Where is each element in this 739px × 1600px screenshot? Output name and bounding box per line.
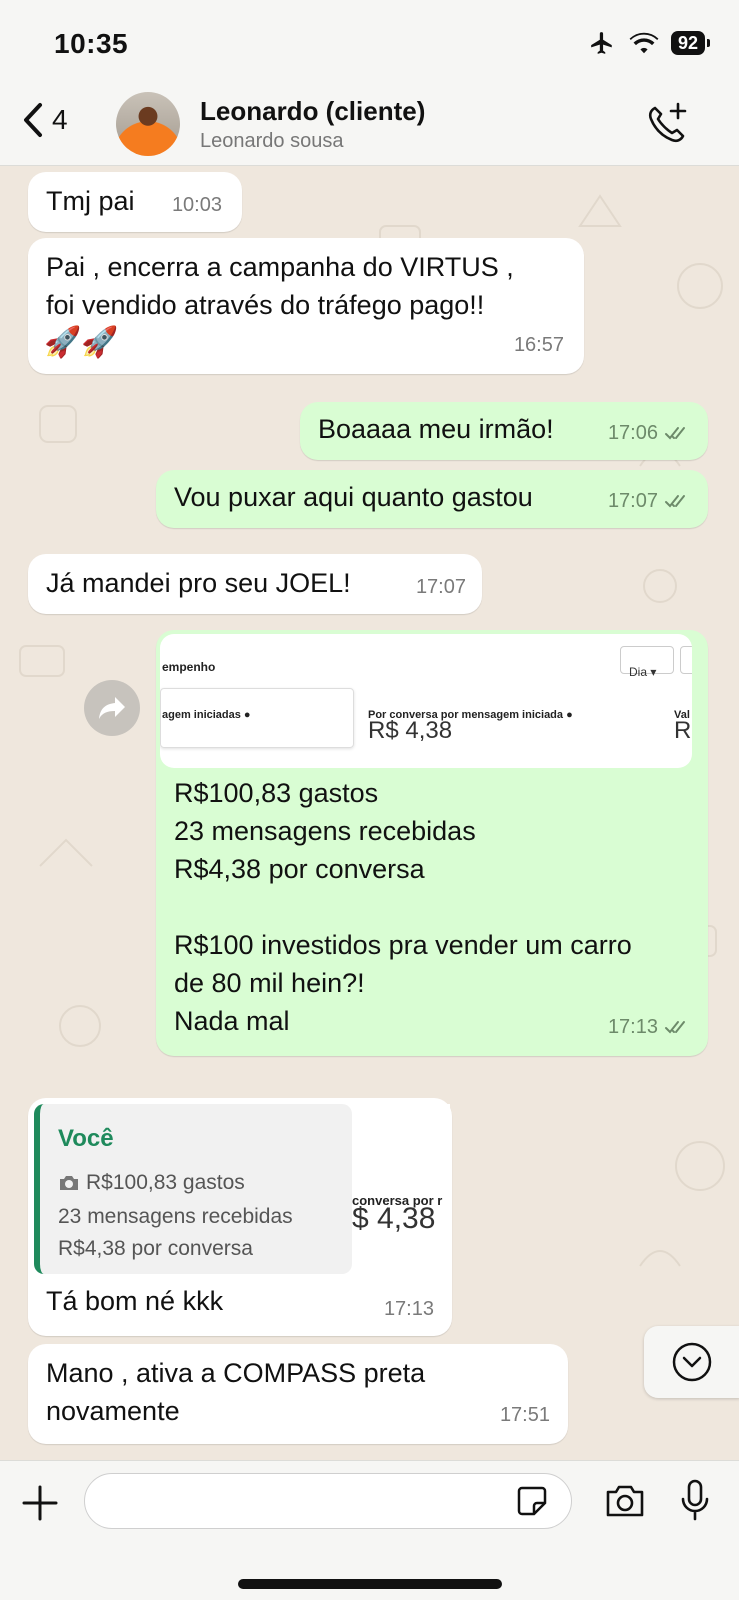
- airplane-mode-icon: [591, 32, 612, 54]
- message-meta: 17:06: [608, 414, 692, 452]
- message-incoming[interactable]: Tmj pai 10:03: [28, 172, 242, 232]
- sticker-icon: [517, 1486, 547, 1516]
- message-meta: 17:13: [608, 1008, 692, 1046]
- message-text: Tmj pai: [46, 186, 135, 216]
- message-time: 10:03: [171, 194, 222, 216]
- message-time: 17:07: [607, 490, 658, 512]
- message-time: 16:57: [513, 334, 564, 356]
- message-outgoing-image[interactable]: empenho Dia ▾ agem iniciadas ● Por conve…: [156, 630, 708, 1056]
- double-check-icon: [665, 1021, 685, 1034]
- status-bar: 10:35 92: [0, 0, 739, 90]
- double-check-icon: [665, 495, 685, 508]
- chat-area[interactable]: Tmj pai 10:03 Pai , encerra a campanha d…: [0, 166, 739, 1460]
- forward-button[interactable]: [84, 680, 140, 736]
- message-incoming[interactable]: Já mandei pro seu JOEL! 17:07: [28, 554, 482, 614]
- message-outgoing[interactable]: Boaaaa meu irmão! 17:06: [300, 402, 708, 460]
- chevron-left-icon: [24, 103, 42, 137]
- double-check-icon: [665, 427, 685, 440]
- image-dropdown: Dia ▾: [620, 646, 674, 679]
- screenshot-image[interactable]: empenho Dia ▾ agem iniciadas ● Por conve…: [160, 634, 692, 768]
- message-time: 17:07: [415, 576, 466, 598]
- message-line: R$4,38 por conversa: [174, 854, 425, 884]
- message-time: 17:06: [607, 422, 658, 444]
- message-incoming[interactable]: Pai , encerra a campanha do VIRTUS , foi…: [28, 238, 584, 374]
- microphone-icon: [681, 1479, 709, 1521]
- status-icons: 92: [587, 30, 711, 56]
- message-line: novamente: [46, 1396, 180, 1426]
- message-line: R$100 investidos pra vender um carro: [174, 930, 632, 960]
- message-time: 17:13: [607, 1016, 658, 1038]
- attach-button[interactable]: [22, 1485, 58, 1526]
- quoted-line: R$4,38 por conversa: [58, 1237, 253, 1260]
- unread-count: 4: [52, 104, 68, 135]
- message-body: R$100,83 gastos 23 mensagens recebidas R…: [174, 774, 694, 1040]
- sticker-button[interactable]: [516, 1485, 548, 1522]
- chat-header: 4 Leonardo (cliente) Leonardo sousa: [0, 90, 739, 166]
- message-input[interactable]: [84, 1473, 572, 1529]
- camera-button[interactable]: [604, 1483, 646, 1524]
- status-time: 10:35: [54, 28, 129, 59]
- camera-icon: [60, 1176, 78, 1190]
- image-value: R: [674, 717, 692, 744]
- message-meta: 17:07: [608, 482, 692, 520]
- phone-plus-icon: [648, 102, 687, 143]
- thumbnail-value: $ 4,38: [352, 1202, 436, 1235]
- chevron-down-circle-icon: [672, 1342, 712, 1382]
- message-incoming-reply[interactable]: Você R$100,83 gastos 23 mensagens recebi…: [28, 1098, 452, 1336]
- scroll-to-bottom-button[interactable]: [644, 1326, 739, 1398]
- message-line: de 80 mil hein?!: [174, 968, 365, 998]
- rocket-emoji: 🚀🚀: [44, 326, 119, 359]
- message-text: Já mandei pro seu JOEL!: [46, 568, 351, 598]
- back-button[interactable]: 4: [22, 102, 68, 138]
- message-time: 17:51: [499, 1404, 550, 1426]
- battery-indicator: 92: [670, 31, 711, 55]
- message-text: Boaaaa meu irmão!: [318, 414, 554, 444]
- composer-bar: [0, 1460, 739, 1600]
- message-time: 17:13: [383, 1298, 434, 1320]
- image-value: R$ 4,38: [368, 717, 453, 744]
- message-text: Tá bom né kkk: [46, 1286, 224, 1316]
- voice-message-button[interactable]: [680, 1479, 710, 1528]
- quoted-thumbnail: conversa por r $ 4,38: [352, 1104, 450, 1274]
- quoted-message[interactable]: Você R$100,83 gastos 23 mensagens recebi…: [34, 1104, 352, 1274]
- message-text: Vou puxar aqui quanto gastou: [174, 482, 533, 512]
- image-text: nsagem iniciadas: [160, 754, 252, 768]
- message-line: Mano , ativa a COMPASS preta: [46, 1358, 426, 1388]
- image-text: empenho: [162, 660, 216, 674]
- add-call-button[interactable]: [645, 102, 689, 151]
- message-line: R$100,83 gastos: [174, 778, 379, 808]
- home-indicator: [238, 1579, 502, 1589]
- plus-icon: [22, 1485, 58, 1521]
- camera-icon: [606, 1485, 644, 1517]
- quoted-line: R$100,83 gastos: [58, 1164, 245, 1202]
- image-box: [680, 646, 692, 674]
- message-line: Pai , encerra a campanha do VIRTUS ,: [46, 252, 514, 282]
- message-line: 23 mensagens recebidas: [174, 816, 476, 846]
- message-incoming[interactable]: Mano , ativa a COMPASS preta novamente 1…: [28, 1344, 568, 1444]
- forward-arrow-icon: [99, 697, 125, 719]
- quoted-author: Você: [58, 1125, 114, 1152]
- wifi-icon: [629, 32, 659, 54]
- image-text: agem iniciadas ●: [162, 709, 251, 721]
- contact-subtitle: Leonardo sousa: [200, 130, 344, 152]
- contact-name[interactable]: Leonardo (cliente): [200, 96, 425, 127]
- contact-avatar[interactable]: [116, 92, 180, 156]
- message-outgoing[interactable]: Vou puxar aqui quanto gastou 17:07: [156, 470, 708, 528]
- message-line: foi vendido através do tráfego pago!!: [46, 290, 485, 320]
